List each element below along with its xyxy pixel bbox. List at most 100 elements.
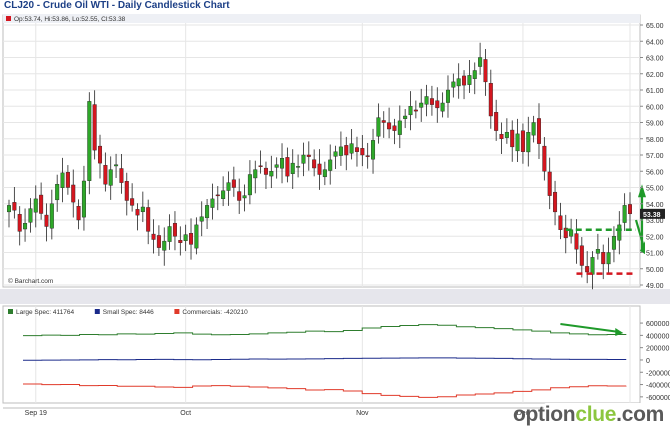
candle	[520, 130, 525, 152]
legend-label: Commercials: -420210	[182, 309, 248, 316]
candle	[258, 165, 263, 167]
candle	[280, 158, 285, 169]
cot-panel	[2, 305, 641, 404]
candle	[49, 203, 54, 229]
candle	[151, 233, 156, 240]
candle	[499, 134, 504, 139]
price-tick-label: 63.00	[646, 56, 664, 63]
candle	[172, 222, 177, 237]
candle	[397, 120, 402, 135]
candle	[274, 164, 279, 168]
price-tick-label: 49.00	[646, 283, 664, 290]
candle	[601, 252, 606, 265]
candle	[558, 215, 563, 230]
candle	[606, 252, 611, 265]
ohlc-swatch	[6, 16, 11, 21]
candle	[579, 245, 584, 266]
candle	[231, 179, 236, 188]
candle	[413, 109, 418, 112]
price-tick-label: 61.00	[646, 88, 664, 95]
candle	[429, 98, 434, 105]
price-tick-label: 51.00	[646, 251, 664, 258]
candle	[296, 166, 301, 168]
candle	[6, 205, 11, 213]
candle	[622, 205, 627, 223]
candle	[290, 162, 295, 174]
candle	[312, 159, 317, 169]
candle	[424, 96, 429, 105]
candle	[226, 182, 231, 191]
cot-tick-label: -600000	[646, 395, 670, 402]
candle	[119, 168, 124, 183]
candle	[156, 235, 161, 248]
candle	[510, 129, 515, 148]
candle	[360, 148, 365, 156]
candle	[611, 236, 616, 250]
candle	[98, 145, 103, 164]
candle	[494, 112, 499, 131]
candle	[317, 163, 322, 175]
candle	[215, 194, 220, 197]
candle	[285, 157, 290, 177]
price-tick-label: 58.00	[646, 137, 664, 144]
candle	[547, 171, 552, 196]
candle	[440, 102, 445, 112]
candle	[221, 190, 226, 199]
candle	[17, 214, 22, 232]
cot-tick-label: 0	[646, 358, 650, 365]
candle	[515, 133, 520, 152]
candle	[526, 132, 531, 153]
candle	[504, 132, 509, 138]
candle	[590, 257, 595, 275]
candle	[12, 202, 17, 211]
candle	[301, 154, 306, 164]
candle	[60, 172, 65, 188]
candle	[483, 59, 488, 83]
candle	[445, 89, 450, 103]
candle	[574, 233, 579, 250]
candle	[472, 70, 477, 79]
candle	[162, 240, 167, 251]
price-tick-label: 50.00	[646, 267, 664, 274]
candle	[189, 233, 194, 245]
legend-label: Small Spec: 8446	[103, 309, 154, 316]
copyright-label: © Barchart.com	[8, 277, 53, 285]
candle	[253, 169, 258, 179]
candle	[392, 125, 397, 131]
candle	[146, 207, 151, 232]
price-tick-label: 53.00	[646, 218, 664, 225]
candle	[178, 240, 183, 243]
watermark-prefix: option	[513, 403, 576, 426]
candle	[44, 214, 49, 227]
price-tick-label: 65.00	[646, 23, 664, 30]
price-tick-label: 57.00	[646, 153, 664, 160]
candle	[381, 120, 386, 123]
cot-tick-label: 400000	[646, 333, 669, 340]
candle	[595, 249, 600, 254]
price-tick-label: 62.00	[646, 72, 664, 79]
candle	[23, 223, 28, 230]
x-tick-label: Nov	[356, 410, 369, 417]
price-tick-label: 64.00	[646, 39, 664, 46]
watermark-brand: clue	[575, 403, 617, 426]
candle	[33, 198, 38, 213]
candle	[140, 206, 145, 213]
candle	[322, 169, 327, 178]
cot-tick-label: 600000	[646, 321, 669, 328]
candle	[306, 154, 311, 157]
candle	[124, 181, 129, 201]
candle	[628, 204, 633, 215]
candle	[114, 164, 119, 167]
candle	[76, 205, 81, 221]
candle	[194, 224, 199, 249]
candle	[488, 83, 493, 117]
candle	[376, 117, 381, 137]
ohlc-label: Op:53.74, Hi:53.86, Lo:52.55, Cl:53.38	[14, 16, 126, 23]
candle	[263, 167, 268, 175]
candle	[28, 208, 33, 223]
candle	[435, 100, 440, 109]
candle	[542, 145, 547, 172]
candle	[65, 171, 70, 188]
candle	[349, 143, 354, 154]
candle	[344, 145, 349, 156]
